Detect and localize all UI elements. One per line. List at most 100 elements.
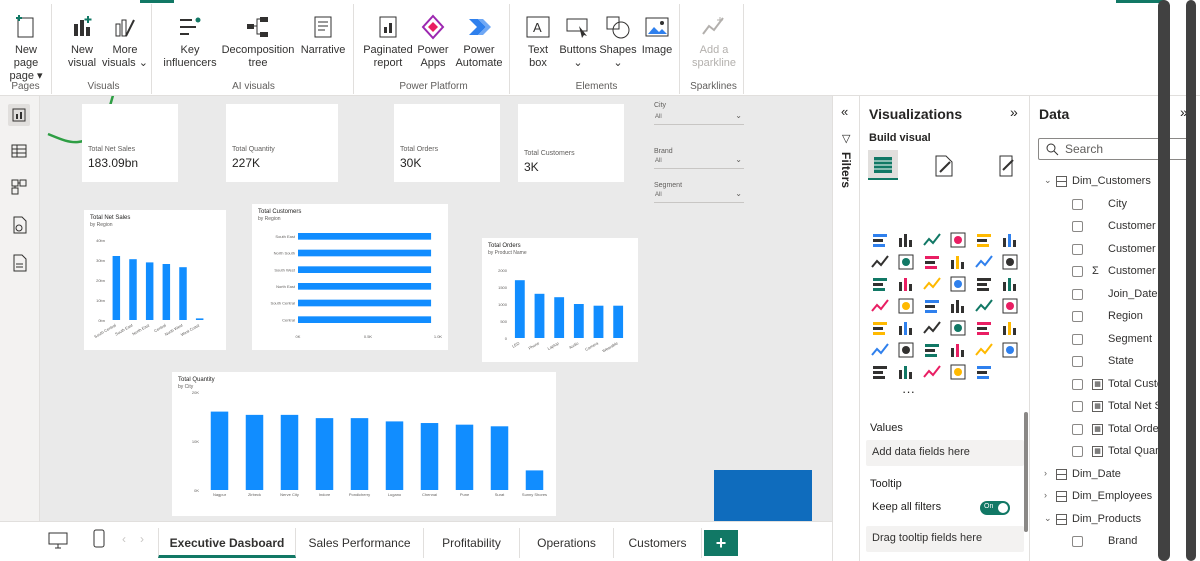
chevron-right-icon[interactable]: › (1044, 468, 1047, 478)
bar-mark[interactable] (593, 305, 604, 338)
narrative-button[interactable]: Narrative (298, 14, 348, 57)
funnel-visual-icon[interactable] (896, 274, 916, 294)
chevron-right-icon[interactable]: › (1044, 490, 1047, 500)
table-view-button[interactable] (8, 140, 30, 162)
kpi-visual-icon[interactable] (896, 318, 916, 338)
tooltip-drop-zone[interactable]: Drag tooltip fields here (866, 526, 1024, 552)
data-field-item[interactable]: ▦ Total Orders (1030, 420, 1158, 440)
power-automate-button[interactable]: Power Automate (452, 14, 506, 70)
next-page-icon[interactable]: › (140, 532, 144, 546)
shape-visual-icon[interactable] (896, 362, 916, 382)
chart-orders-by-product[interactable]: Total Orders by Product Name 2000 1500 100… (482, 238, 638, 362)
bar-mark[interactable] (385, 421, 404, 490)
data-field-item[interactable]: ▦ Total Quantity (1030, 442, 1158, 462)
chart-net-sales-by-region[interactable]: Total Net Sales by Region 40bn 30bn 20bn 10… (84, 210, 226, 350)
field-checkbox[interactable] (1072, 243, 1083, 255)
chevron-down-icon[interactable]: ⌄ (1044, 513, 1052, 524)
multi-card-visual-icon[interactable] (870, 318, 890, 338)
desktop-layout-icon[interactable] (46, 530, 70, 550)
slicer-city-dropdown[interactable]: All (654, 111, 744, 125)
data-table-dim-customers[interactable]: ⌄ Dim_Customers (1030, 172, 1158, 192)
bar-mark[interactable] (525, 470, 544, 490)
gauge-visual-icon[interactable] (974, 296, 994, 316)
bar-mark[interactable] (298, 266, 432, 273)
new-visual-button[interactable]: New visual (62, 14, 102, 70)
line-visual-icon[interactable] (870, 252, 890, 272)
field-checkbox[interactable] (1072, 356, 1083, 367)
100-bar-visual-icon[interactable] (974, 230, 994, 250)
paginated-visual-icon[interactable] (1000, 340, 1020, 360)
buttons-button[interactable]: Buttons ⌄ (558, 14, 598, 70)
table-visual-icon[interactable] (948, 318, 968, 338)
filters-pane-collapsed[interactable]: « ▽ Filters (832, 96, 860, 561)
field-checkbox[interactable] (1072, 333, 1083, 345)
bar-mark[interactable] (129, 259, 137, 320)
key-influencers-visual-icon[interactable] (896, 340, 916, 360)
r-visual-visual-icon[interactable] (1000, 318, 1020, 338)
matrix-visual-icon[interactable] (974, 318, 994, 338)
data-field-item[interactable]: Customer Na... (1030, 240, 1158, 260)
field-checkbox[interactable] (1072, 311, 1083, 322)
paginated-report-button[interactable]: Paginated report (362, 14, 414, 70)
image-visual-icon[interactable] (922, 362, 942, 382)
bar-mark[interactable] (298, 233, 432, 240)
collapse-filters-icon[interactable]: « (841, 104, 848, 119)
power-apps-button[interactable]: Power Apps (414, 14, 452, 70)
stacked-bar-visual-icon[interactable] (870, 230, 890, 250)
bar-mark[interactable] (179, 267, 187, 320)
power-apps-visual-icon[interactable] (948, 362, 968, 382)
azure-map-visual-icon[interactable] (948, 296, 968, 316)
bar-mark[interactable] (455, 424, 474, 490)
bar-mark[interactable] (350, 418, 369, 490)
tab-operations[interactable]: Operations (520, 528, 614, 558)
more-visuals-button[interactable]: More visuals ⌄ (102, 14, 148, 70)
mobile-layout-icon[interactable] (90, 528, 108, 550)
field-checkbox[interactable] (1072, 198, 1083, 210)
decomposition-visual-icon[interactable] (922, 340, 942, 360)
data-field-item[interactable]: Brand (1030, 532, 1158, 552)
chart-quantity-by-city[interactable]: Total Quantity by City 20K 10K 0K Nagpur Zir… (172, 372, 556, 516)
slicer-brand-dropdown[interactable]: All (654, 155, 744, 169)
map-visual-icon[interactable] (870, 296, 890, 316)
field-checkbox[interactable] (1072, 378, 1083, 390)
bar-mark[interactable] (195, 318, 204, 320)
decomposition-tree-button[interactable]: Decomposition tree (220, 14, 296, 70)
bar-mark[interactable] (145, 262, 154, 320)
bar-mark[interactable] (245, 414, 264, 490)
data-field-item[interactable]: Customer ID (1030, 217, 1158, 237)
card-visual-icon[interactable] (1000, 296, 1020, 316)
data-field-item[interactable]: ▦ Total Net Sales (1030, 397, 1158, 417)
power-automate-visual-icon[interactable] (974, 362, 994, 382)
format-visual-icon[interactable] (930, 152, 958, 180)
text-box-button[interactable]: A Text box (520, 14, 556, 70)
tmdl-view-button[interactable] (8, 252, 30, 274)
image-button[interactable]: Image (638, 14, 676, 57)
bar-mark[interactable] (613, 305, 624, 338)
data-field-item[interactable]: City (1030, 195, 1158, 215)
donut-visual-icon[interactable] (974, 274, 994, 294)
bar-mark[interactable] (554, 297, 565, 338)
bar-mark[interactable] (162, 264, 171, 320)
line-cluster-visual-icon[interactable] (974, 252, 994, 272)
clustered-bar-visual-icon[interactable] (922, 230, 942, 250)
model-view-button[interactable] (8, 176, 30, 198)
bar-mark[interactable] (534, 293, 545, 338)
data-table-dim-date[interactable]: › Dim_Date (1030, 465, 1158, 485)
bar-mark[interactable] (280, 414, 299, 490)
bar-mark[interactable] (490, 426, 509, 490)
data-table-dim-products[interactable]: ⌄ Dim_Products (1030, 510, 1158, 530)
data-field-item[interactable]: Join_Date (1030, 285, 1158, 305)
field-checkbox[interactable] (1072, 446, 1083, 457)
field-checkbox[interactable] (1072, 401, 1083, 412)
bar-mark[interactable] (298, 299, 432, 307)
stacked-column-visual-icon[interactable] (948, 230, 968, 250)
chevron-down-icon[interactable]: ⌄ (1044, 175, 1052, 186)
tab-sales-performance[interactable]: Sales Performance (296, 528, 424, 558)
python-visual-icon[interactable] (870, 340, 890, 360)
bar-mark[interactable] (112, 256, 121, 320)
data-field-item[interactable]: State (1030, 352, 1158, 372)
report-canvas[interactable]: Total Net Sales 183.09bn Total Quantity … (40, 96, 832, 521)
tab-profitability[interactable]: Profitability (424, 528, 520, 558)
field-checkbox[interactable] (1072, 288, 1083, 300)
slicer-visual-icon[interactable] (922, 318, 942, 338)
